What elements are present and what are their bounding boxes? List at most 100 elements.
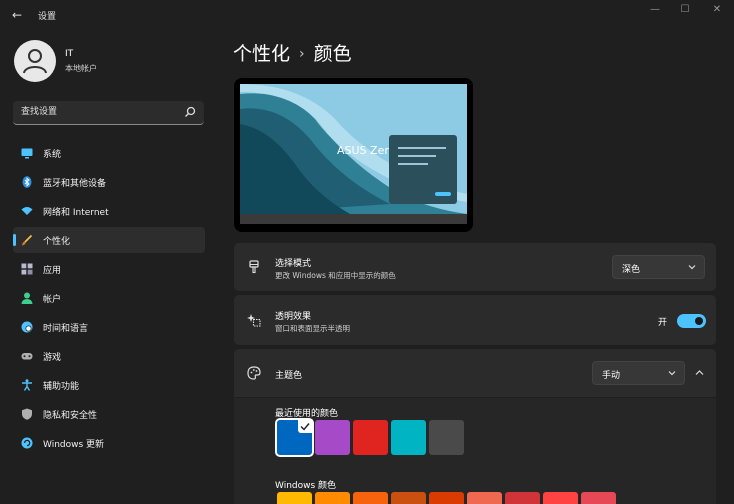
mode-subtitle: 更改 Windows 和应用中显示的颜色: [275, 271, 396, 280]
check-icon: [298, 420, 312, 433]
accent-color-card[interactable]: 主题色 手动: [234, 349, 716, 397]
sidebar-item-label: 辅助功能: [43, 382, 80, 392]
search-box: [13, 101, 204, 125]
sidebar-item-bluetooth[interactable]: 蓝牙和其他设备: [13, 169, 205, 195]
sidebar-item-label: 应用: [43, 266, 62, 276]
sidebar-item-label: 游戏: [43, 353, 62, 363]
windows-color-swatch[interactable]: [277, 492, 312, 504]
accent-mode-dropdown-value: 手动: [602, 371, 621, 381]
sidebar-item-system[interactable]: 系统: [13, 140, 205, 166]
preview-line: [398, 163, 428, 165]
sidebar-item-network[interactable]: 网络和 Internet: [13, 198, 205, 224]
maximize-button[interactable]: ☐: [672, 4, 698, 18]
brush-icon: [22, 234, 33, 246]
close-button[interactable]: ✕: [704, 4, 730, 18]
preview-line: [398, 155, 436, 157]
windows-color-swatch[interactable]: [353, 492, 388, 504]
active-indicator: [13, 234, 16, 246]
preview-line: [398, 147, 446, 149]
transparency-setting-card: 透明效果 窗口和表面显示半透明 开: [234, 295, 716, 345]
sidebar-item-label: 隐私和安全性: [43, 411, 98, 421]
sidebar-item-label: Windows 更新: [43, 440, 105, 450]
palette-icon: [247, 366, 261, 380]
sidebar-item-accounts[interactable]: 帐户: [13, 285, 205, 311]
preview-button: [435, 192, 451, 196]
user-name: IT: [65, 49, 74, 59]
preview-taskbar: [240, 214, 467, 224]
chevron-up-icon[interactable]: [695, 369, 704, 376]
sidebar-item-label: 蓝牙和其他设备: [43, 179, 107, 189]
recent-color-swatch[interactable]: [353, 420, 388, 455]
windows-colors-label: Windows 颜色: [275, 481, 337, 491]
sidebar-item-privacy[interactable]: 隐私和安全性: [13, 401, 205, 427]
accent-color-panel: 最近使用的颜色 Windows 颜色: [234, 398, 716, 504]
recent-colors-label: 最近使用的颜色: [275, 409, 339, 419]
sidebar: IT 本地帐户 系统 蓝牙和其他设备 网络和 Internet 个性化 应用 帐…: [0, 30, 218, 504]
breadcrumb-parent[interactable]: 个性化: [233, 43, 290, 65]
chevron-down-icon: [668, 371, 676, 376]
recent-color-swatch[interactable]: [315, 420, 350, 455]
windows-color-swatch[interactable]: [505, 492, 540, 504]
toggle-knob: [695, 317, 703, 325]
sparkle-icon: [247, 314, 261, 327]
recent-color-swatch[interactable]: [429, 420, 464, 455]
bluetooth-icon: [22, 176, 32, 188]
windows-color-swatch[interactable]: [315, 492, 350, 504]
search-input[interactable]: [13, 101, 178, 123]
person-icon: [21, 292, 33, 304]
mode-dropdown[interactable]: 深色: [612, 255, 705, 279]
brush-icon: [249, 260, 259, 274]
update-icon: [21, 437, 33, 449]
theme-preview: ASUS Zen: [234, 78, 473, 232]
windows-color-swatch[interactable]: [429, 492, 464, 504]
title-bar: ← 设置 — ☐ ✕: [0, 0, 734, 30]
avatar[interactable]: [14, 40, 56, 82]
preview-brand-text: ASUS Zen: [337, 144, 392, 157]
search-icon[interactable]: [184, 106, 196, 118]
sidebar-item-label: 时间和语言: [43, 324, 89, 334]
transparency-title: 透明效果: [275, 312, 312, 322]
recent-color-swatch[interactable]: [275, 418, 314, 457]
wifi-icon: [21, 207, 33, 215]
windows-color-swatch[interactable]: [391, 492, 426, 504]
breadcrumb: 个性化 › 颜色: [233, 39, 352, 66]
shield-icon: [22, 408, 32, 420]
monitor-icon: [21, 148, 33, 159]
preview-window: [389, 135, 457, 204]
person-icon: [23, 49, 47, 74]
page-title: 颜色: [313, 43, 352, 65]
transparency-toggle[interactable]: [677, 314, 706, 328]
chevron-down-icon: [688, 265, 696, 270]
sidebar-item-label: 个性化: [43, 237, 71, 247]
accessibility-icon: [22, 379, 32, 391]
accent-mode-dropdown[interactable]: 手动: [592, 361, 685, 385]
sidebar-item-gaming[interactable]: 游戏: [13, 343, 205, 369]
globe-clock-icon: [21, 321, 33, 333]
user-account-type: 本地帐户: [65, 64, 97, 73]
transparency-subtitle: 窗口和表面显示半透明: [275, 324, 350, 333]
gamepad-icon: [21, 353, 33, 360]
windows-color-swatch[interactable]: [581, 492, 616, 504]
accent-title: 主题色: [275, 371, 303, 381]
windows-color-swatch[interactable]: [543, 492, 578, 504]
sidebar-item-label: 帐户: [43, 295, 62, 305]
sidebar-item-time-language[interactable]: 时间和语言: [13, 314, 205, 340]
app-title: 设置: [38, 12, 57, 22]
transparency-state-label: 开: [658, 318, 668, 328]
sidebar-item-apps[interactable]: 应用: [13, 256, 205, 282]
windows-color-swatch[interactable]: [467, 492, 502, 504]
sidebar-item-accessibility[interactable]: 辅助功能: [13, 372, 205, 398]
breadcrumb-separator: ›: [299, 46, 305, 62]
sidebar-item-label: 网络和 Internet: [43, 208, 109, 218]
sidebar-item-personalization[interactable]: 个性化: [13, 227, 205, 253]
sidebar-item-windows-update[interactable]: Windows 更新: [13, 430, 205, 456]
mode-dropdown-value: 深色: [622, 265, 641, 275]
apps-icon: [21, 263, 33, 275]
mode-setting-card: 选择模式 更改 Windows 和应用中显示的颜色 深色: [234, 243, 716, 291]
back-arrow-icon[interactable]: ←: [12, 8, 26, 22]
sidebar-item-label: 系统: [43, 150, 62, 160]
main-content: 个性化 › 颜色 ASUS Zen 选择模式 更改 Windows 和应用中显示的颜…: [218, 30, 734, 504]
recent-color-swatch[interactable]: [391, 420, 426, 455]
minimize-button[interactable]: —: [642, 4, 668, 18]
mode-title: 选择模式: [275, 259, 312, 269]
